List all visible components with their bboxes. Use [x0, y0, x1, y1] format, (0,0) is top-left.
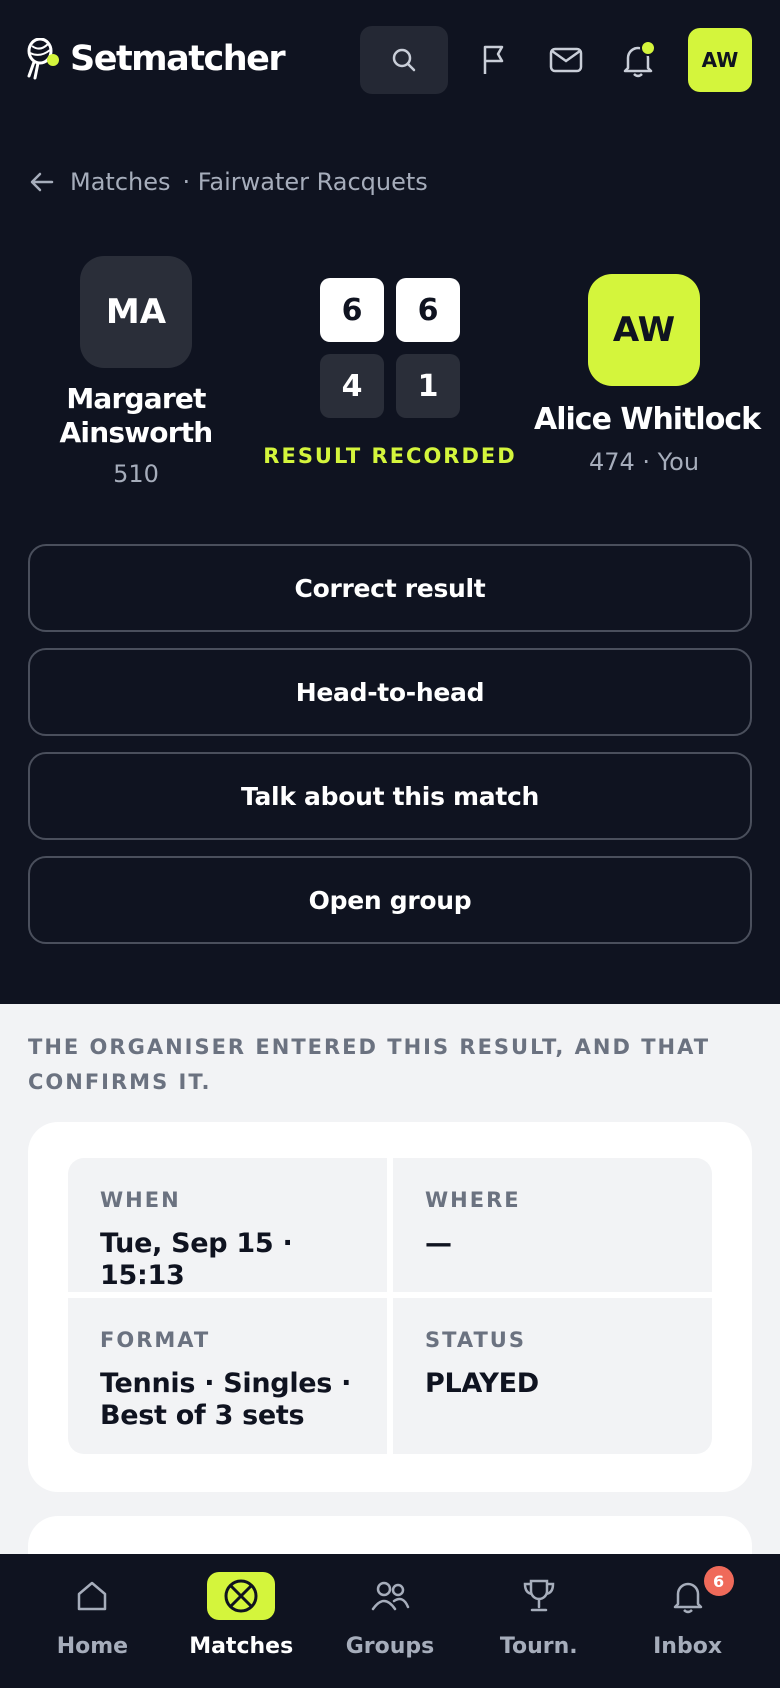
- trophy-icon: [523, 1579, 555, 1612]
- result-confirmation-note: THE ORGANISER ENTERED THIS RESULT, AND T…: [28, 1035, 711, 1094]
- groups-icon: [371, 1581, 410, 1611]
- nav-tournaments[interactable]: Tourn.: [469, 1554, 609, 1688]
- nav-tournaments-label: Tourn.: [499, 1634, 578, 1659]
- player-right-rating: 474 · You: [588, 448, 700, 476]
- bell-icon: [673, 1582, 702, 1614]
- correct-result-button[interactable]: Correct result: [28, 544, 752, 632]
- nav-home[interactable]: Home: [22, 1554, 162, 1688]
- messages-button[interactable]: [546, 40, 586, 80]
- nav-matches-icon-wrap: [207, 1572, 276, 1620]
- nav-home-label: Home: [56, 1634, 129, 1659]
- talk-about-match-button[interactable]: Talk about this match: [28, 752, 752, 840]
- status-label: STATUS: [425, 1328, 526, 1352]
- search-icon: [392, 48, 416, 72]
- player-left[interactable]: MA Margaret Ainsworth 510: [40, 256, 232, 488]
- player-left-first-name: Margaret: [66, 382, 206, 415]
- open-group-button[interactable]: Open group: [28, 856, 752, 944]
- set2-score-left: 1: [396, 354, 460, 418]
- player-left-last-name: Ainsworth: [59, 416, 214, 449]
- player-right[interactable]: AW Alice Whitlock 474 · You: [534, 274, 761, 476]
- nav-inbox-label: Inbox: [653, 1634, 723, 1659]
- nav-groups-icon-wrap: [356, 1572, 424, 1620]
- breadcrumb-matches-link[interactable]: Matches: [70, 168, 171, 196]
- score-row-right-player: 6 6: [320, 278, 460, 342]
- nav-matches-label: Matches: [189, 1634, 294, 1659]
- mail-icon: [549, 47, 583, 73]
- search-button[interactable]: [360, 26, 448, 94]
- result-status: RESULT RECORDED: [263, 444, 517, 468]
- nav-groups[interactable]: Groups: [320, 1554, 460, 1688]
- back-arrow-icon[interactable]: [28, 168, 56, 196]
- user-avatar[interactable]: AW: [688, 28, 752, 92]
- score-row-left-player: 4 1: [320, 354, 460, 418]
- player-left-avatar: MA: [80, 256, 192, 368]
- nav-inbox[interactable]: 6 Inbox: [618, 1554, 758, 1688]
- status-cell: STATUS PLAYED: [393, 1298, 712, 1454]
- player-right-avatar: AW: [588, 274, 700, 386]
- match-actions: Correct result Head-to-head Talk about t…: [28, 544, 752, 960]
- format-value: Tennis · Singles · Best of 3 sets: [100, 1368, 352, 1431]
- app-name: Setmatcher: [70, 39, 286, 79]
- player-left-name: Margaret Ainsworth: [40, 382, 232, 450]
- nav-tournaments-icon-wrap: [505, 1572, 573, 1620]
- when-label: WHEN: [100, 1188, 181, 1212]
- scoreboard: 6 6 4 1: [320, 278, 460, 430]
- nav-groups-label: Groups: [345, 1634, 435, 1659]
- tennis-racquet-logo-icon: [27, 38, 59, 80]
- notification-dot: [640, 40, 656, 56]
- home-icon: [78, 1581, 107, 1611]
- status-value: PLAYED: [425, 1368, 539, 1399]
- inbox-badge: 6: [703, 1566, 734, 1596]
- match-details-grid: WHEN Tue, Sep 15 · 15:13 WHERE — FORMAT …: [68, 1158, 712, 1454]
- breadcrumb: Matches · Fairwater Racquets: [28, 168, 428, 196]
- set2-score-right: 6: [396, 278, 460, 342]
- head-to-head-button[interactable]: Head-to-head: [28, 648, 752, 736]
- breadcrumb-group[interactable]: · Fairwater Racquets: [183, 168, 428, 196]
- where-value: —: [425, 1228, 452, 1259]
- match-details-card: WHEN Tue, Sep 15 · 15:13 WHERE — FORMAT …: [28, 1122, 752, 1492]
- where-cell: WHERE —: [393, 1158, 712, 1292]
- player-right-name: Alice Whitlock: [534, 402, 761, 437]
- top-bar: Setmatcher AW: [0, 0, 780, 120]
- bottom-navigation: Home Matches Groups Tourn. 6 Inbox: [0, 1554, 780, 1688]
- when-value: Tue, Sep 15 · 15:13: [100, 1228, 293, 1291]
- app-logo[interactable]: Setmatcher: [26, 38, 286, 80]
- report-button[interactable]: [474, 40, 514, 80]
- where-label: WHERE: [425, 1188, 521, 1212]
- flag-icon: [483, 45, 504, 74]
- when-cell: WHEN Tue, Sep 15 · 15:13: [68, 1158, 387, 1292]
- player-left-rating: 510: [113, 460, 159, 488]
- tennis-ball-icon: [224, 1579, 258, 1613]
- nav-matches[interactable]: Matches: [171, 1554, 311, 1688]
- set1-score-left: 4: [320, 354, 384, 418]
- format-label: FORMAT: [100, 1328, 211, 1352]
- notifications-button[interactable]: [618, 40, 658, 80]
- nav-home-icon-wrap: [58, 1572, 126, 1620]
- format-cell: FORMAT Tennis · Singles · Best of 3 sets: [68, 1298, 387, 1454]
- set1-score-right: 6: [320, 278, 384, 342]
